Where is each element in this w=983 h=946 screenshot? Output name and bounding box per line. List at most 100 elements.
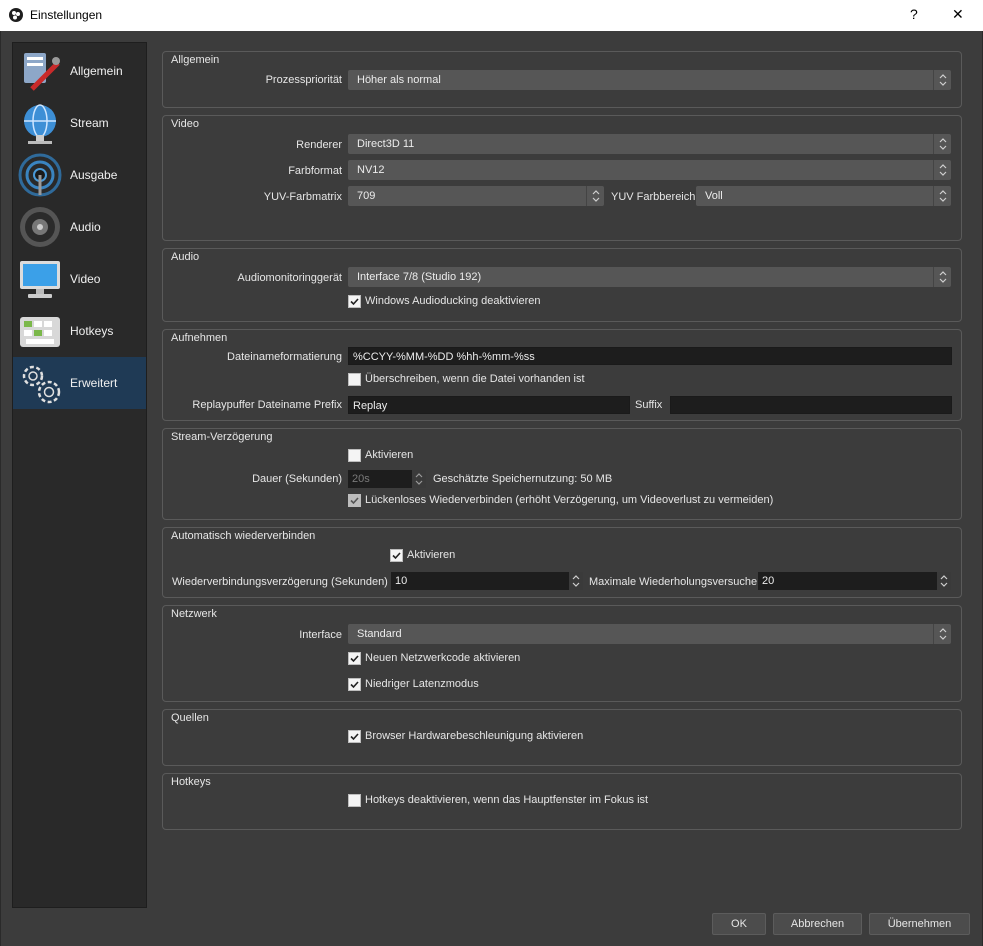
sidebar-item-label: Audio [70, 220, 101, 234]
overwrite-label: Überschreiben, wenn die Datei vorhanden … [365, 373, 585, 385]
spin-arrows-icon [569, 572, 583, 590]
monitor-device-value: Interface 7/8 (Studio 192) [357, 271, 482, 283]
sidebar-item-hotkeys[interactable]: Hotkeys [13, 305, 146, 357]
help-button[interactable]: ? [910, 6, 918, 22]
ducking-label: Windows Audioducking deaktivieren [365, 295, 541, 307]
tools-icon [18, 49, 62, 93]
close-button[interactable]: ✕ [952, 6, 964, 23]
settings-sidebar: Allgemein Stream Ausgabe Audio Video Hot… [12, 42, 147, 908]
group-title: Allgemein [171, 54, 220, 66]
sidebar-item-erweitert[interactable]: Erweitert [13, 357, 146, 409]
group-network: Netzwerk [162, 605, 962, 702]
group-title: Aufnehmen [171, 332, 228, 344]
matrix-select[interactable]: 709 [348, 186, 604, 206]
renderer-select[interactable]: Direct3D 11 [348, 134, 951, 154]
memory-usage-label: Geschätzte Speichernutzung: 50 MB [433, 473, 613, 485]
sidebar-item-label: Stream [70, 116, 109, 130]
sidebar-item-stream[interactable]: Stream [13, 97, 146, 149]
monitor-icon [18, 257, 62, 301]
range-select[interactable]: Voll [696, 186, 951, 206]
updown-arrows-icon [933, 624, 951, 644]
filename-format-label: Dateinameformatierung [227, 351, 342, 363]
suffix-input[interactable] [670, 396, 952, 414]
suffix-label: Suffix [635, 399, 663, 411]
group-title: Hotkeys [171, 776, 211, 788]
format-label: Farbformat [288, 165, 342, 177]
renderer-value: Direct3D 11 [357, 138, 415, 150]
range-label: YUV Farbbereich [611, 191, 696, 203]
checkmark-icon [348, 494, 361, 507]
monitor-device-select[interactable]: Interface 7/8 (Studio 192) [348, 267, 951, 287]
format-value: NV12 [357, 164, 385, 176]
matrix-value: 709 [357, 190, 376, 202]
renderer-label: Renderer [296, 139, 342, 151]
updown-arrows-icon [933, 70, 951, 90]
preserve-label: Lückenloses Wiederverbinden (erhöht Verz… [365, 494, 774, 506]
interface-select[interactable]: Standard [348, 624, 951, 644]
group-title: Netzwerk [171, 608, 217, 620]
sidebar-item-allgemein[interactable]: Allgemein [13, 45, 146, 97]
max-retries-spinbox[interactable]: 20 [758, 572, 951, 590]
checkmark-icon [348, 678, 361, 691]
priority-select[interactable]: Höher als normal [348, 70, 951, 90]
browser-accel-label: Browser Hardwarebeschleunigung aktiviere… [365, 730, 584, 742]
reconnect-enable-label: Aktivieren [407, 549, 456, 561]
priority-label: Prozesspriorität [265, 74, 342, 86]
sidebar-item-audio[interactable]: Audio [13, 201, 146, 253]
hotkeys-disable-label: Hotkeys deaktivieren, wenn das Hauptfens… [365, 794, 649, 806]
filename-format-input[interactable]: %CCYY-%MM-%DD %hh-%mm-%ss [348, 347, 952, 365]
updown-arrows-icon [933, 186, 951, 206]
ok-button[interactable]: OK [712, 913, 766, 935]
sidebar-item-label: Video [70, 272, 101, 286]
delay-duration-spinbox[interactable]: 20s [348, 470, 426, 488]
checkmark-icon [348, 730, 361, 743]
sidebar-item-video[interactable]: Video [13, 253, 146, 305]
updown-arrows-icon [933, 134, 951, 154]
group-title: Quellen [171, 712, 209, 724]
delay-duration-value: 20s [352, 473, 370, 485]
updown-arrows-icon [933, 267, 951, 287]
apply-button[interactable]: Übernehmen [869, 913, 970, 935]
replay-prefix-value: Replay [353, 400, 388, 412]
interface-value: Standard [357, 628, 402, 640]
window-title: Einstellungen [30, 8, 103, 22]
gears-icon [18, 361, 62, 405]
interface-label: Interface [299, 629, 342, 641]
cancel-button[interactable]: Abbrechen [773, 913, 862, 935]
replay-prefix-input[interactable]: Replay [348, 396, 630, 414]
group-title: Video [171, 118, 199, 130]
new-network-code-label: Neuen Netzwerkcode aktivieren [365, 652, 521, 664]
group-title: Stream-Verzögerung [171, 431, 273, 443]
speaker-icon [18, 205, 62, 249]
format-select[interactable]: NV12 [348, 160, 951, 180]
monitor-device-label: Audiomonitoringgerät [237, 272, 342, 284]
checkmark-icon [348, 295, 361, 308]
reconnect-delay-spinbox[interactable]: 10 [391, 572, 583, 590]
checkmark-icon [390, 549, 403, 562]
reconnect-delay-label: Wiederverbindungsverzögerung (Sekunden) [172, 576, 388, 588]
obs-logo-icon [9, 8, 23, 22]
delay-enable-label: Aktivieren [365, 449, 414, 461]
priority-value: Höher als normal [357, 74, 441, 86]
broadcast-icon [18, 153, 62, 197]
spin-arrows-icon [412, 470, 426, 488]
sidebar-item-label: Hotkeys [70, 324, 114, 338]
keyboard-icon [18, 309, 62, 353]
replay-prefix-label: Replaypuffer Dateiname Prefix [192, 399, 342, 411]
max-retries-label: Maximale Wiederholungsversuche [589, 576, 758, 588]
group-title: Audio [171, 251, 200, 263]
globe-icon [18, 101, 62, 145]
matrix-label: YUV-Farbmatrix [263, 191, 342, 203]
updown-arrows-icon [933, 160, 951, 180]
reconnect-delay-value: 10 [395, 575, 408, 587]
sidebar-item-label: Ausgabe [70, 168, 118, 182]
group-title: Automatisch wiederverbinden [171, 530, 316, 542]
range-value: Voll [705, 190, 723, 202]
sidebar-item-ausgabe[interactable]: Ausgabe [13, 149, 146, 201]
updown-arrows-icon [586, 186, 604, 206]
title-bar: Einstellungen ? ✕ [0, 0, 983, 32]
max-retries-value: 20 [762, 575, 775, 587]
sidebar-item-label: Allgemein [70, 64, 123, 78]
checkmark-icon [348, 652, 361, 665]
low-latency-label: Niedriger Latenzmodus [365, 678, 479, 690]
